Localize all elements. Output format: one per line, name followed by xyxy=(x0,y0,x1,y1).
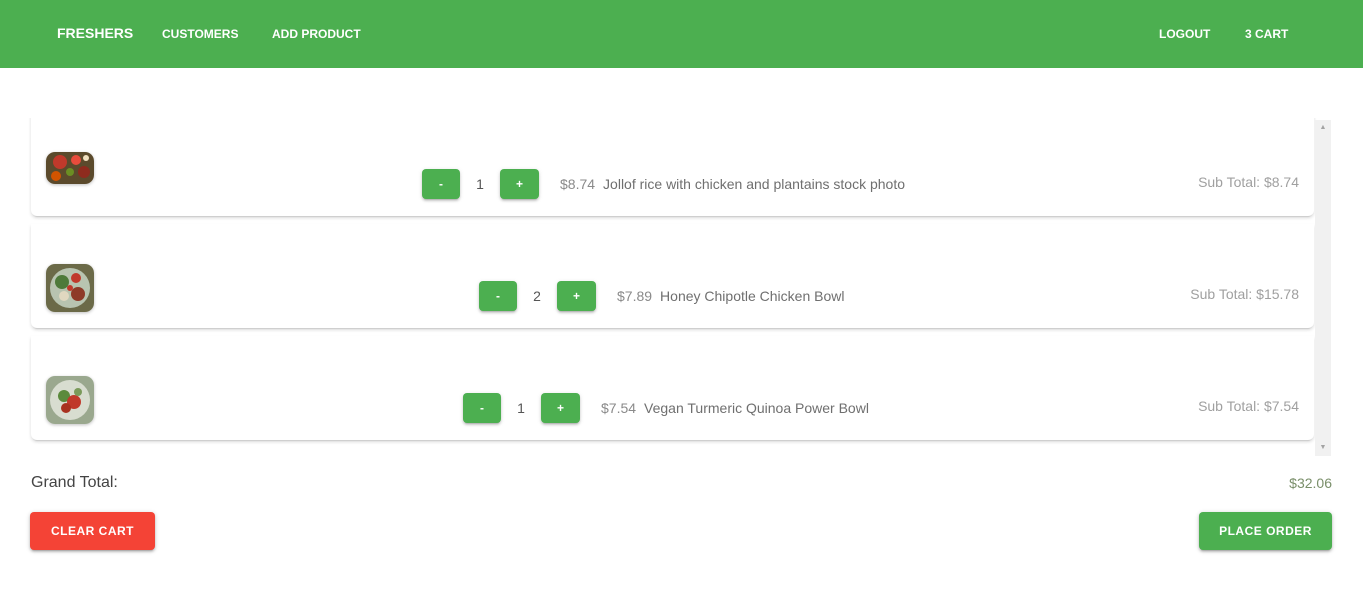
increase-quantity-button[interactable]: + xyxy=(541,393,580,423)
item-price: $8.74 xyxy=(560,176,596,192)
nav-cart-link[interactable]: 3 CART xyxy=(1245,0,1288,68)
quantity-controls: - 1 + $8.74 Jollof rice with chicken and… xyxy=(422,168,905,200)
item-name: Vegan Turmeric Quinoa Power Bowl xyxy=(644,400,869,416)
item-subtotal: Sub Total: $15.78 xyxy=(1190,286,1299,302)
top-navbar: FRESHERS CUSTOMERS ADD PRODUCT LOGOUT 3 … xyxy=(0,0,1363,68)
item-price: $7.54 xyxy=(601,400,637,416)
nav-logout-link[interactable]: LOGOUT xyxy=(1159,0,1210,68)
nav-customers-link[interactable]: CUSTOMERS xyxy=(162,0,238,68)
cart-item: - 2 + $7.89 Honey Chipotle Chicken Bowl … xyxy=(31,224,1314,328)
scroll-up-arrow-icon[interactable]: ▲ xyxy=(1315,120,1331,136)
cart-scrollbar[interactable]: ▲ ▼ xyxy=(1315,120,1331,456)
food-photo-icon xyxy=(46,376,94,424)
grand-total-label: Grand Total: xyxy=(31,474,118,491)
grand-total-value: $32.06 xyxy=(1289,475,1332,491)
quantity-controls: - 1 + $7.54 Vegan Turmeric Quinoa Power … xyxy=(463,392,869,424)
cart-item: - 1 + $7.54 Vegan Turmeric Quinoa Power … xyxy=(31,336,1314,440)
nav-add-product-link[interactable]: ADD PRODUCT xyxy=(272,0,361,68)
quantity-value: 1 xyxy=(517,400,525,416)
item-price: $7.89 xyxy=(617,288,653,304)
food-photo-icon xyxy=(46,152,94,184)
increase-quantity-button[interactable]: + xyxy=(500,169,539,199)
increase-quantity-button[interactable]: + xyxy=(557,281,596,311)
cart-item: - 1 + $8.74 Jollof rice with chicken and… xyxy=(31,118,1314,216)
clear-cart-button[interactable]: CLEAR CART xyxy=(30,512,155,550)
item-name: Jollof rice with chicken and plantains s… xyxy=(603,176,905,192)
item-name: Honey Chipotle Chicken Bowl xyxy=(660,288,845,304)
quantity-value: 2 xyxy=(533,288,541,304)
item-subtotal: Sub Total: $7.54 xyxy=(1198,398,1299,414)
decrease-quantity-button[interactable]: - xyxy=(463,393,501,423)
decrease-quantity-button[interactable]: - xyxy=(422,169,460,199)
brand-logo[interactable]: FRESHERS xyxy=(57,0,133,67)
place-order-button[interactable]: PLACE ORDER xyxy=(1199,512,1332,550)
quantity-controls: - 2 + $7.89 Honey Chipotle Chicken Bowl xyxy=(479,280,844,312)
quantity-value: 1 xyxy=(476,176,484,192)
item-subtotal: Sub Total: $8.74 xyxy=(1198,174,1299,190)
cart-items-list[interactable]: - 1 + $8.74 Jollof rice with chicken and… xyxy=(0,118,1331,456)
decrease-quantity-button[interactable]: - xyxy=(479,281,517,311)
scroll-down-arrow-icon[interactable]: ▼ xyxy=(1315,440,1331,456)
food-photo-icon xyxy=(46,264,94,312)
